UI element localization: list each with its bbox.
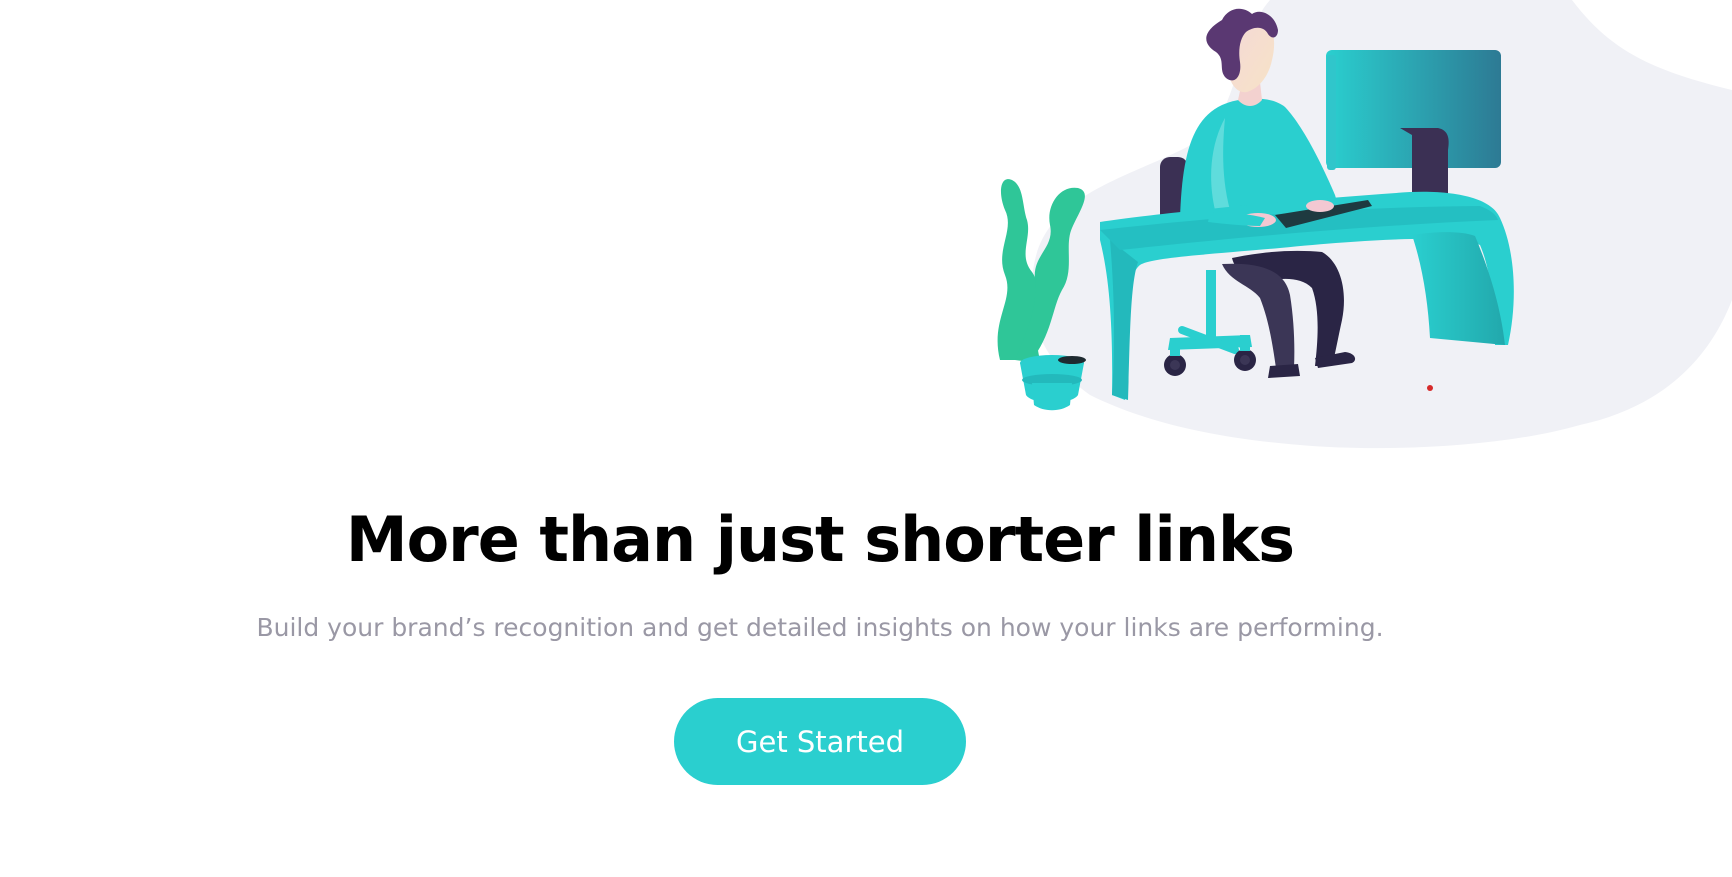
working-person-illustration xyxy=(997,0,1732,449)
hero-section: More than just shorter links Build your … xyxy=(0,500,1640,785)
hero-illustration xyxy=(960,0,1732,460)
hero-title: More than just shorter links xyxy=(345,503,1295,576)
get-started-button[interactable]: Get Started xyxy=(674,698,966,785)
hero-subtitle: Build your brand’s recognition and get d… xyxy=(256,613,1384,642)
